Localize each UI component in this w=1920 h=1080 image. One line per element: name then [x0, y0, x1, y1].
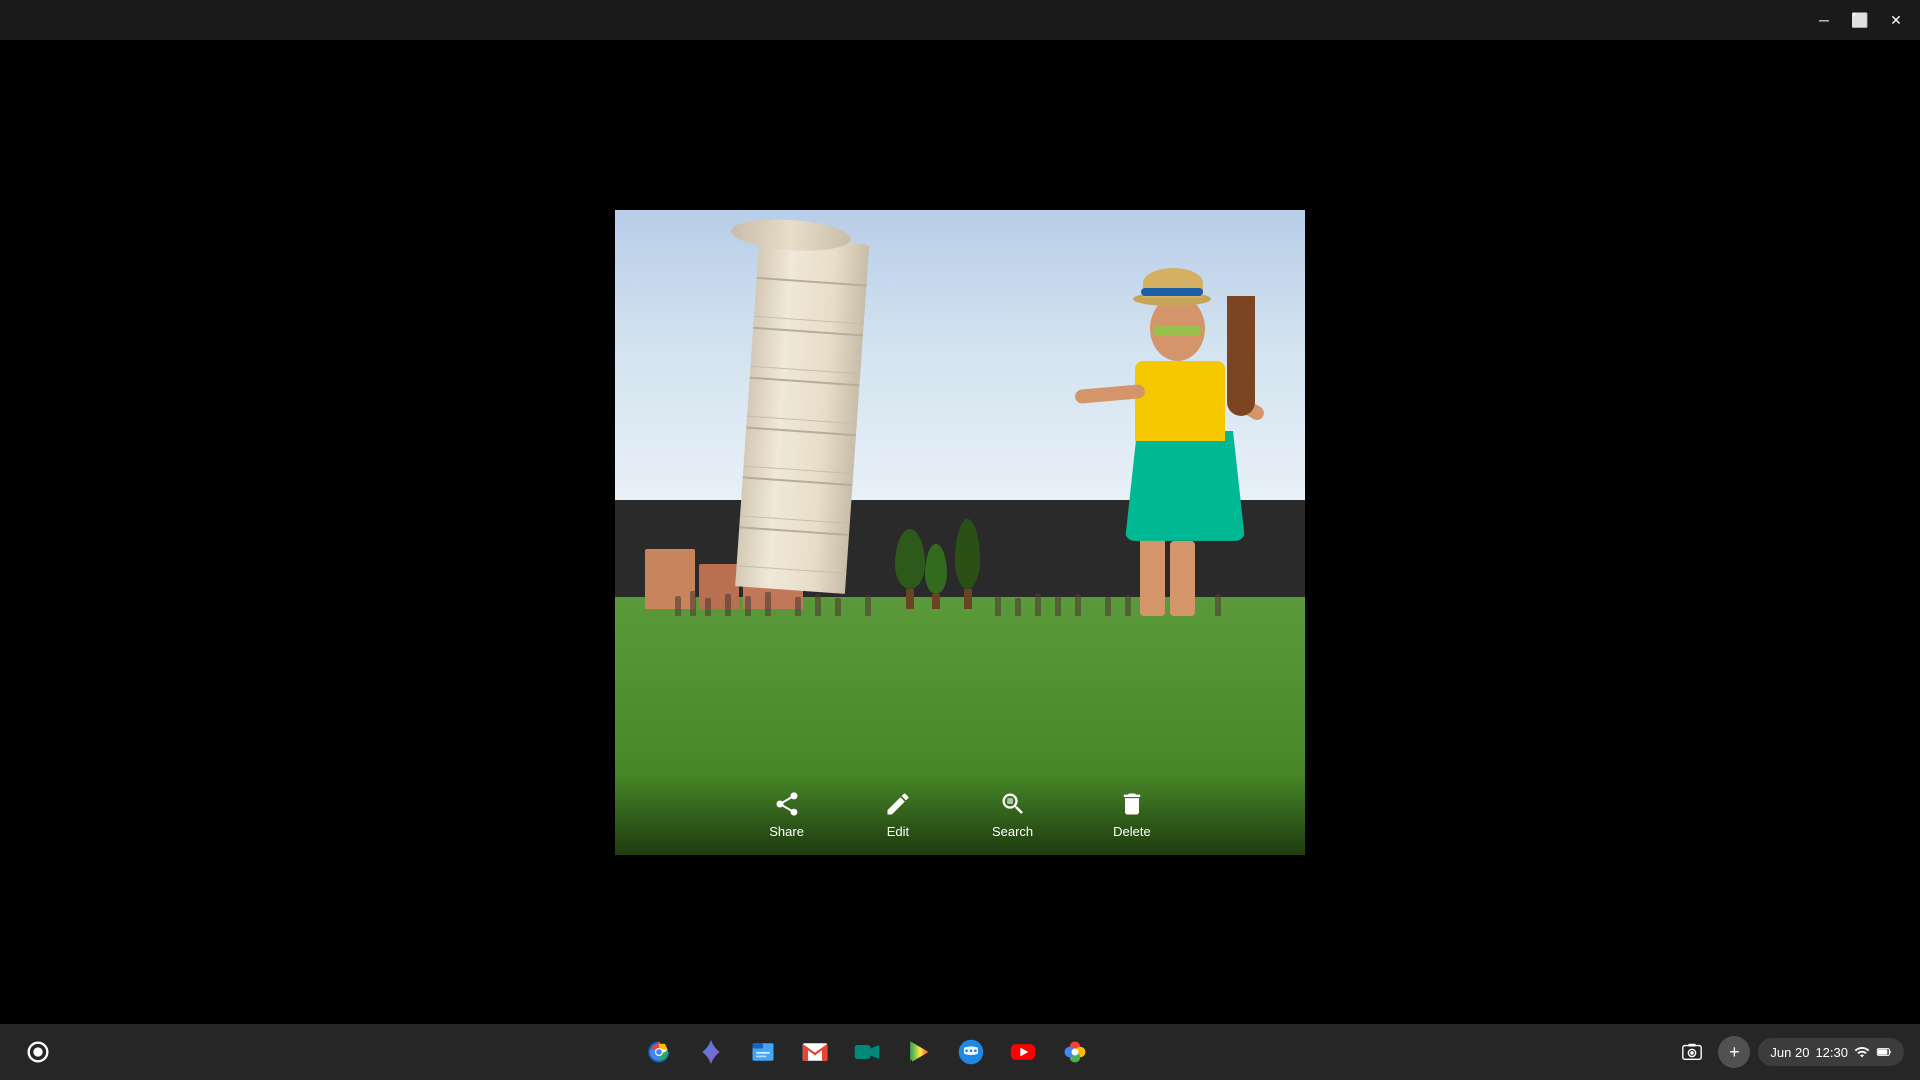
- crowd-person-8: [815, 594, 821, 616]
- share-icon: [773, 790, 801, 818]
- crowd-person-7: [795, 597, 801, 616]
- woman-right-leg: [1170, 541, 1195, 616]
- crowd-person-14: [1055, 596, 1061, 616]
- taskbar-app-messages[interactable]: [949, 1030, 993, 1074]
- taskbar-app-files[interactable]: [741, 1030, 785, 1074]
- battery-icon: [1876, 1044, 1892, 1060]
- taskbar-app-photos[interactable]: [1053, 1030, 1097, 1074]
- crowd-person-15: [1075, 594, 1081, 616]
- restore-button[interactable]: ⬜: [1844, 6, 1876, 34]
- date-display: Jun 20: [1770, 1045, 1809, 1060]
- woman-hat-band: [1141, 288, 1203, 296]
- photo-background: Share Edit: [615, 210, 1305, 855]
- woman-skirt: [1125, 431, 1245, 541]
- taskbar-apps: [60, 1030, 1674, 1074]
- tower-floor-4: [744, 426, 857, 474]
- woman-figure: [1085, 316, 1275, 616]
- taskbar: + Jun 20 12:30: [0, 1024, 1920, 1080]
- taskbar-app-chrome[interactable]: [637, 1030, 681, 1074]
- woman-hair: [1227, 296, 1255, 416]
- taskbar-app-gemini[interactable]: [689, 1030, 733, 1074]
- woman-sunglasses: [1153, 326, 1201, 336]
- taskbar-app-youtube[interactable]: [1001, 1030, 1045, 1074]
- tower-body: [735, 237, 869, 594]
- taskbar-right: + Jun 20 12:30: [1674, 1034, 1904, 1070]
- taskbar-left: [16, 1030, 60, 1074]
- edit-icon: [884, 790, 912, 818]
- woman-left-leg: [1140, 536, 1165, 616]
- tower-floor-6: [737, 526, 850, 574]
- tower-floor-5: [740, 476, 853, 524]
- woman-shirt: [1135, 361, 1225, 441]
- system-tray[interactable]: Jun 20 12:30: [1758, 1038, 1904, 1066]
- main-area: Share Edit: [0, 40, 1920, 1024]
- tree-top-3: [955, 519, 980, 589]
- crowd-person-11: [995, 596, 1001, 616]
- crowd-person-12: [1015, 598, 1021, 616]
- tower-floor-2: [750, 326, 863, 374]
- delete-icon: [1118, 790, 1146, 818]
- delete-button[interactable]: Delete: [1113, 790, 1151, 839]
- leaning-tower: [725, 240, 855, 620]
- crowd-person-3: [705, 598, 711, 616]
- crowd-person-5: [745, 596, 751, 616]
- close-button[interactable]: ✕: [1880, 6, 1912, 34]
- crowd-person-10: [865, 595, 871, 616]
- tower-floor-1: [754, 276, 867, 324]
- taskbar-app-play[interactable]: [897, 1030, 941, 1074]
- delete-label: Delete: [1113, 824, 1151, 839]
- add-icon: +: [1729, 1042, 1740, 1063]
- wifi-icon: [1854, 1044, 1870, 1060]
- photo-toolbar: Share Edit: [615, 775, 1305, 855]
- crowd-person-6: [765, 592, 771, 616]
- share-button[interactable]: Share: [769, 790, 804, 839]
- crowd-person-13: [1035, 593, 1041, 616]
- share-label: Share: [769, 824, 804, 839]
- add-button[interactable]: +: [1718, 1036, 1750, 1068]
- title-bar: ─ ⬜ ✕: [0, 0, 1920, 40]
- status-indicator[interactable]: [16, 1030, 60, 1074]
- search-label: Search: [992, 824, 1033, 839]
- edit-button[interactable]: Edit: [884, 790, 912, 839]
- search-icon: [999, 790, 1027, 818]
- taskbar-app-meet[interactable]: [845, 1030, 889, 1074]
- window-controls: ─ ⬜ ✕: [1808, 6, 1912, 34]
- tower-floor-3: [747, 376, 860, 424]
- photo-viewer: Share Edit: [615, 210, 1305, 855]
- crowd-person-4: [725, 594, 731, 616]
- time-display: 12:30: [1815, 1045, 1848, 1060]
- minimize-button[interactable]: ─: [1808, 6, 1840, 34]
- crowd-person-2: [690, 591, 696, 616]
- search-button[interactable]: Search: [992, 790, 1033, 839]
- crowd-person-1: [675, 596, 681, 616]
- screenshot-button[interactable]: [1674, 1034, 1710, 1070]
- edit-label: Edit: [887, 824, 909, 839]
- taskbar-app-gmail[interactable]: [793, 1030, 837, 1074]
- crowd-person-9: [835, 598, 841, 616]
